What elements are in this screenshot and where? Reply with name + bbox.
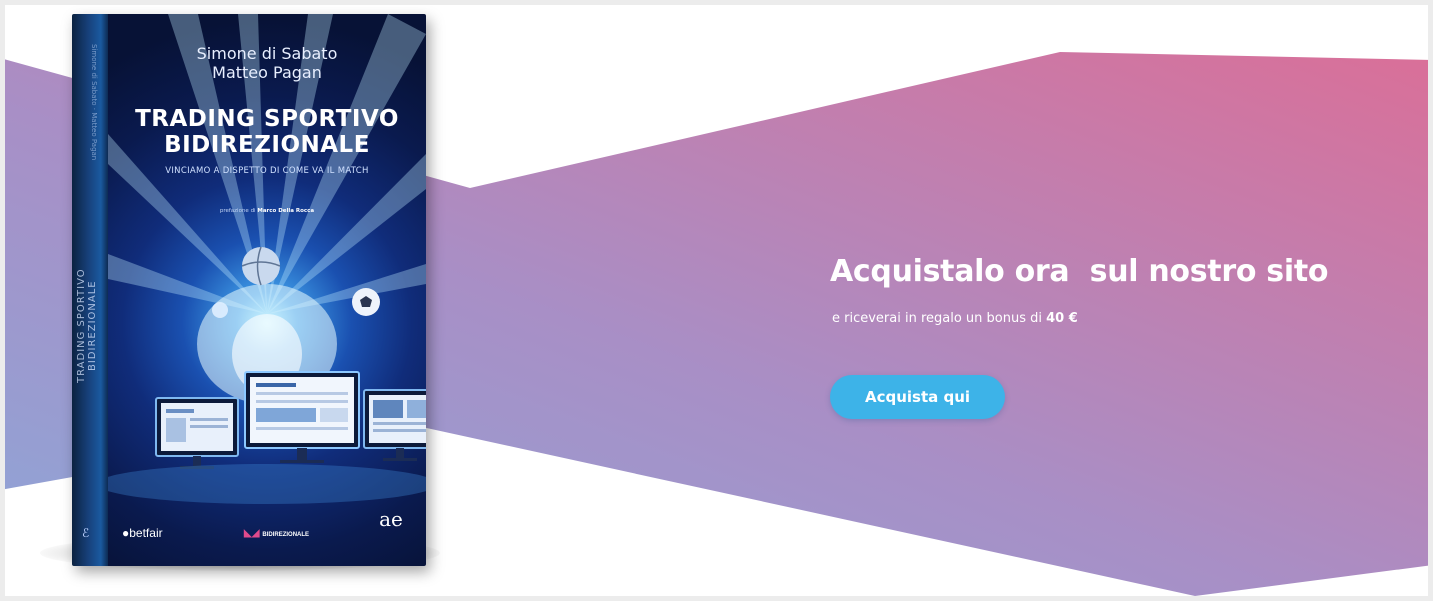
- cta-subtext-prefix: e riceverai in regalo un bonus di: [832, 311, 1042, 326]
- buy-button[interactable]: Acquista qui: [830, 375, 1005, 419]
- cta-subtext: e riceverai in regalo un bonus di 40 €: [832, 311, 1078, 326]
- tennis-ball-icon: [212, 302, 228, 318]
- soccer-ball-icon: [352, 288, 380, 316]
- spine-title: TRADING SPORTIVO BIDIREZIONALE: [76, 268, 98, 384]
- cover-logos: ●betfair ◣◢ BIDIREZIONALE ae: [108, 508, 426, 554]
- bonus-amount: 40 €: [1046, 311, 1078, 326]
- basketball-icon: [241, 246, 281, 286]
- monitor-icon: [155, 397, 239, 469]
- book-cover-image: Simone di Sabato · Matteo Pagan TRADING …: [72, 14, 426, 566]
- book-front-cover: Simone di Sabato Matteo Pagan TRADING SP…: [108, 14, 426, 566]
- publisher-mark-icon: ◣◢: [244, 528, 260, 539]
- betfair-logo-text: betfair: [129, 526, 163, 540]
- imprint-logo: ae: [366, 508, 416, 530]
- spine-authors: Simone di Sabato · Matteo Pagan: [90, 44, 98, 161]
- book-spine: Simone di Sabato · Matteo Pagan TRADING …: [72, 14, 108, 566]
- spine-logo-icon: ℰ: [82, 526, 90, 540]
- imprint-mark: ae: [379, 507, 403, 531]
- betfair-logo: ●betfair: [122, 526, 163, 540]
- promo-banner: Simone di Sabato · Matteo Pagan TRADING …: [0, 0, 1433, 601]
- publisher-logo: ◣◢ BIDIREZIONALE: [244, 528, 309, 539]
- cta-heading: Acquistalo ora sul nostro sito: [830, 254, 1329, 289]
- monitor-icon: [363, 389, 426, 461]
- publisher-logo-text: BIDIREZIONALE: [262, 532, 310, 538]
- monitor-icon: [244, 371, 360, 463]
- cover-illustration: [108, 246, 426, 504]
